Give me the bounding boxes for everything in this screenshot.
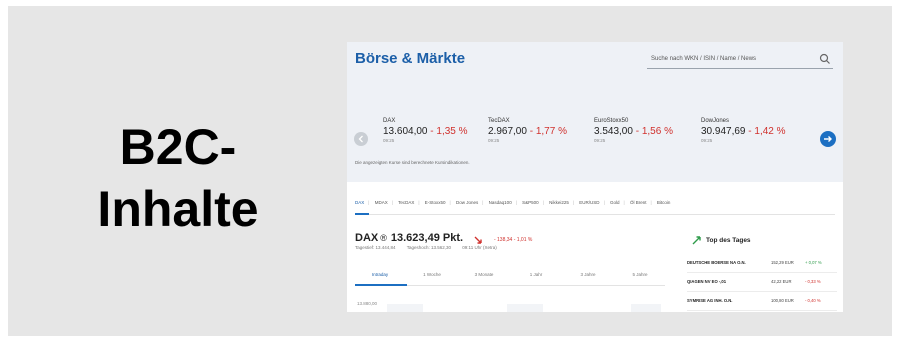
stock-price: 152,29 EUR [771, 260, 794, 265]
dax-headline: DAX ® 13.623,49 Pkt. - 138,34 - 1,01 % [355, 228, 532, 246]
ticker-name: EuroStoxx50 [594, 118, 629, 124]
slide-title: B2C-Inhalte [97, 119, 259, 237]
ticker-change: - 1,56 % [635, 126, 673, 137]
tab-estoxx50[interactable]: E-Stoxx50 [425, 200, 446, 205]
tab-oel-brent[interactable]: Öl Brent [630, 200, 647, 205]
search-placeholder: Suche nach WKN / ISIN / Name / News [651, 56, 757, 62]
ticker-change: - 1,42 % [748, 126, 786, 137]
stock-change: - 0,33 % [805, 279, 821, 284]
period-3-months[interactable]: 3 Monate [459, 272, 509, 277]
tab-sp500[interactable]: S&P500 [522, 200, 539, 205]
ticker-value: 30.947,69 [701, 126, 746, 137]
stock-price: 100,80 EUR [771, 298, 794, 303]
dax-day-high: Tageshoch: 13.562,30 [406, 245, 451, 250]
ticker-item[interactable]: TecDAX 2.967,00 - 1,77 % 09:25 [488, 118, 567, 143]
ticker-value: 3.543,00 [594, 126, 633, 137]
tab-bitcoin[interactable]: Bitcoin [657, 200, 671, 205]
tab-tecdax[interactable]: TecDAX [398, 200, 414, 205]
index-tabs: DAX | MDAX | TecDAX | E-Stoxx50 | Dow Jones |… [355, 200, 671, 205]
chart-area [631, 304, 661, 312]
list-item[interactable]: DEUTSCHE BOERSE NA O.N. 152,29 EUR + 0,0… [687, 254, 837, 273]
active-tab-indicator [355, 213, 369, 215]
top-des-tages-header: Top des Tages [692, 232, 751, 250]
stock-name: SYMRISE AG INH. O.N. [687, 298, 733, 303]
tab-gold[interactable]: Gold [610, 200, 620, 205]
dax-change: - 138,34 - 1,01 % [493, 237, 533, 243]
top-des-tages-list: DEUTSCHE BOERSE NA O.N. 152,29 EUR + 0,0… [687, 254, 837, 311]
ticker-value: 2.967,00 [488, 126, 527, 137]
period-5-years[interactable]: 5 Jahre [615, 272, 665, 277]
period-1-week[interactable]: 1 Woche [407, 272, 457, 277]
dax-day-low: Tagestief: 13.444,84 [355, 245, 396, 250]
period-1-year[interactable]: 1 Jahr [511, 272, 561, 277]
period-3-years[interactable]: 3 Jahre [563, 272, 613, 277]
search-input[interactable]: Suche nach WKN / ISIN / Name / News [647, 51, 833, 69]
ticker-carousel: DAX 13.604,00 - 1,35 % 09:25 TecDAX 2.96… [347, 118, 843, 158]
ticker-item[interactable]: DAX 13.604,00 - 1,35 % 09:25 [383, 118, 468, 143]
tab-nasdaq100[interactable]: Nasdaq100 [489, 200, 512, 205]
tab-mdax[interactable]: MDAX [375, 200, 388, 205]
ticker-item[interactable]: DowJones 30.947,69 - 1,42 % 09:25 [701, 118, 786, 143]
chart-area [387, 304, 423, 312]
ticker-time: 09:25 [383, 138, 395, 143]
registered-mark: ® [380, 233, 387, 243]
chart-area [507, 304, 543, 312]
dax-points: 13.623,49 Pkt. [390, 232, 464, 244]
stock-price: 42,22 EUR [771, 279, 792, 284]
ticker-change: - 1,77 % [529, 126, 567, 137]
stock-name: QIAGEN NV EO -,01 [687, 279, 727, 284]
tab-eur-usd[interactable]: EUR/USD [579, 200, 599, 205]
search-icon[interactable] [819, 53, 831, 65]
stock-change: - 0,40 % [805, 298, 821, 303]
tab-nikkei225[interactable]: Nikkei225 [549, 200, 569, 205]
trend-down-icon [474, 232, 486, 244]
ticker-disclaimer: Die angezeigten Kurse sind berechnete Ku… [355, 160, 470, 165]
tabs-divider [355, 214, 835, 215]
ticker-change: - 1,35 % [430, 126, 468, 137]
ticker-name: DAX [383, 118, 396, 124]
active-period-indicator [355, 284, 407, 286]
ticker-value: 13.604,00 [383, 126, 428, 137]
ticker-name: TecDAX [488, 118, 510, 124]
dax-name: DAX [355, 232, 379, 244]
trend-up-icon [692, 236, 701, 245]
ticker-item[interactable]: EuroStoxx50 3.543,00 - 1,56 % 09:25 [594, 118, 673, 143]
period-tabs: Intraday 1 Woche 3 Monate 1 Jahr 3 Jahre… [355, 270, 665, 284]
dax-time: 09:11 Uhr (Xetra) [462, 245, 497, 250]
tab-dax[interactable]: DAX [355, 200, 364, 205]
list-item[interactable]: SYMRISE AG INH. O.N. 100,80 EUR - 0,40 % [687, 292, 837, 311]
chart-axis-label: 13.880,00 [357, 301, 378, 306]
stock-name: DEUTSCHE BOERSE NA O.N. [687, 260, 746, 265]
tab-dow-jones[interactable]: Dow Jones [456, 200, 478, 205]
period-intraday[interactable]: Intraday [355, 272, 405, 277]
ticker-time: 09:25 [594, 138, 606, 143]
website-screenshot: Börse & Märkte Suche nach WKN / ISIN / N… [347, 42, 843, 312]
ticker-time: 09:25 [488, 138, 500, 143]
top-des-tages-title: Top des Tages [706, 237, 751, 245]
stock-change: + 0,07 % [805, 260, 822, 265]
page-title: Börse & Märkte [355, 50, 466, 67]
ticker-time: 09:25 [701, 138, 713, 143]
dax-details: Tagestief: 13.444,84 Tageshoch: 13.562,3… [355, 245, 507, 250]
ticker-name: DowJones [701, 118, 730, 124]
list-item[interactable]: QIAGEN NV EO -,01 42,22 EUR - 0,33 % [687, 273, 837, 292]
